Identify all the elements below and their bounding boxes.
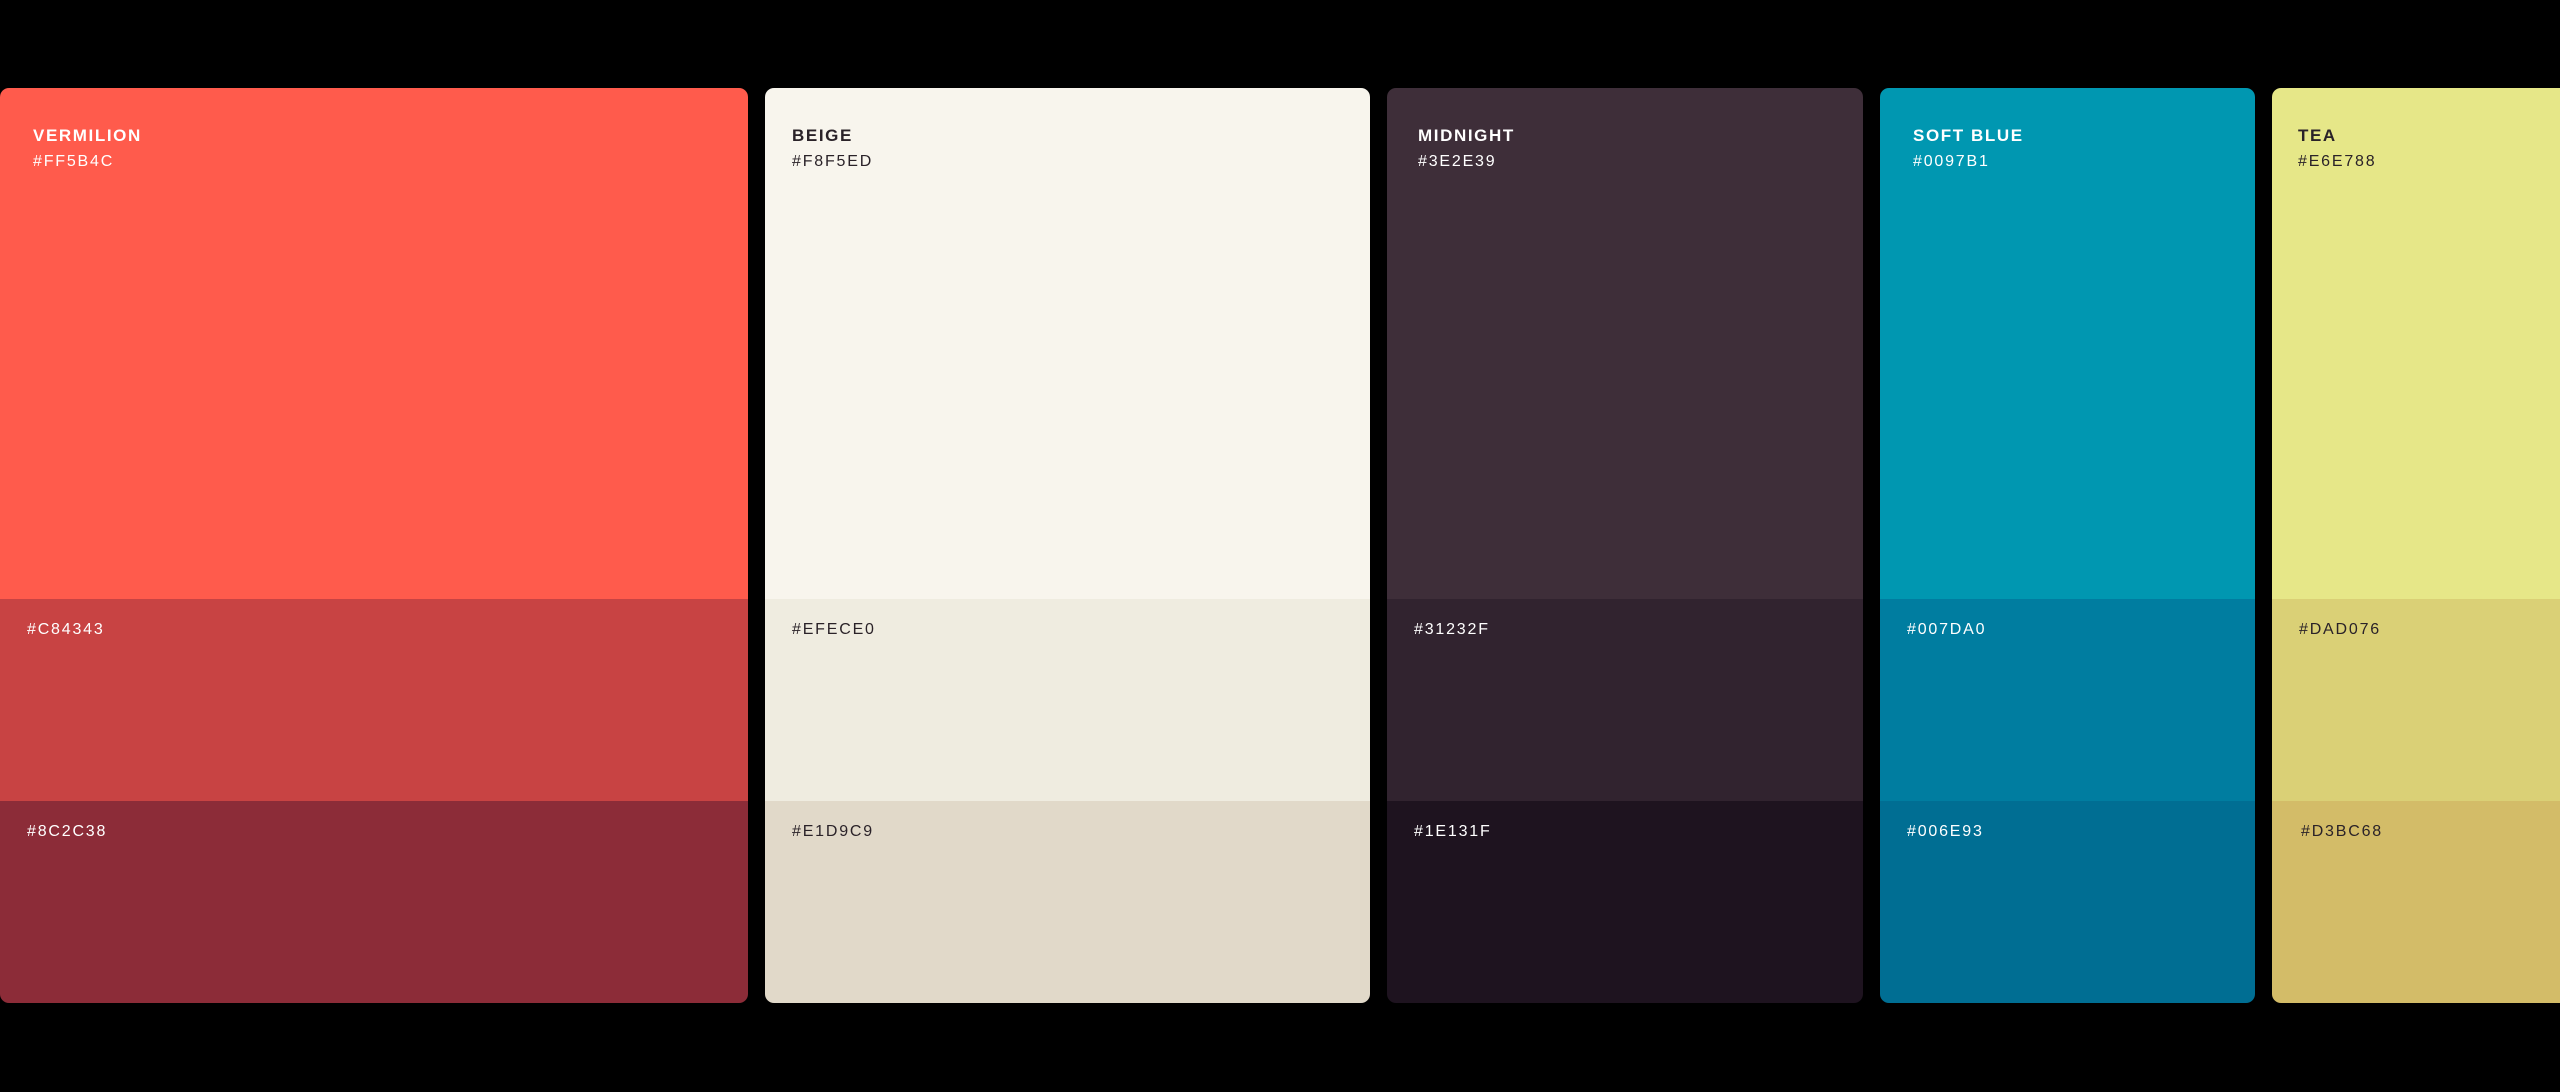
hex-code-primary: #0097B1 [1913,153,1990,170]
color-card-midnight: MIDNIGHT #3E2E39 #31232F #1E131F [1387,88,1863,1003]
hex-code-mid: #EFECE0 [792,621,876,638]
color-name: MIDNIGHT [1418,126,1515,145]
swatch-primary: BEIGE #F8F5ED [765,88,1370,599]
hex-code-mid: #C84343 [27,621,105,638]
swatch-shade-mid: #007DA0 [1880,599,2255,801]
color-name: SOFT BLUE [1913,126,2024,145]
swatch-shade-dark: #E1D9C9 [765,801,1370,1003]
color-name: TEA [2298,126,2337,145]
hex-code-mid: #007DA0 [1907,621,1987,638]
hex-code-mid: #DAD076 [2299,621,2381,638]
hex-code-primary: #E6E788 [2298,153,2377,170]
hex-code-dark: #8C2C38 [27,823,108,840]
swatch-shade-dark: #8C2C38 [0,801,748,1003]
hex-code-dark: #E1D9C9 [792,823,874,840]
hex-code-mid: #31232F [1414,621,1490,638]
swatch-shade-dark: #006E93 [1880,801,2255,1003]
swatch-shade-mid: #31232F [1387,599,1863,801]
hex-code-primary: #FF5B4C [33,153,115,170]
color-name: VERMILION [33,126,142,145]
swatch-primary: MIDNIGHT #3E2E39 [1387,88,1863,599]
hex-code-dark: #D3BC68 [2301,823,2383,840]
hex-code-dark: #006E93 [1907,823,1984,840]
swatch-shade-mid: #EFECE0 [765,599,1370,801]
swatch-shade-mid: #C84343 [0,599,748,801]
color-card-vermilion: VERMILION #FF5B4C #C84343 #8C2C38 [0,88,748,1003]
swatch-primary: VERMILION #FF5B4C [0,88,748,599]
swatch-primary: SOFT BLUE #0097B1 [1880,88,2255,599]
hex-code-dark: #1E131F [1414,823,1492,840]
color-card-beige: BEIGE #F8F5ED #EFECE0 #E1D9C9 [765,88,1370,1003]
color-name: BEIGE [792,126,853,145]
swatch-shade-mid: #DAD076 [2272,599,2560,801]
hex-code-primary: #3E2E39 [1418,153,1497,170]
color-card-tea: TEA #E6E788 #DAD076 #D3BC68 [2272,88,2560,1003]
palette-canvas: VERMILION #FF5B4C #C84343 #8C2C38 BEIGE … [0,0,2560,1092]
swatch-shade-dark: #1E131F [1387,801,1863,1003]
swatch-shade-dark: #D3BC68 [2272,801,2560,1003]
color-card-soft-blue: SOFT BLUE #0097B1 #007DA0 #006E93 [1880,88,2255,1003]
hex-code-primary: #F8F5ED [792,153,874,170]
swatch-primary: TEA #E6E788 [2272,88,2560,599]
